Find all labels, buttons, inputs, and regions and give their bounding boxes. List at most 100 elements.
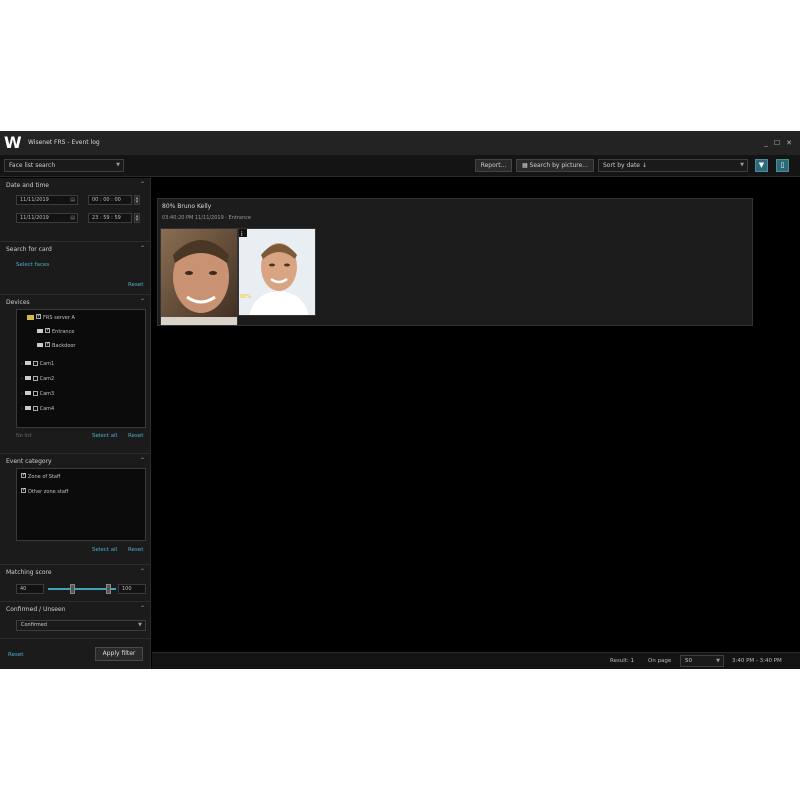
expand-icon[interactable]: › [21,391,23,397]
tree-item-cam2[interactable]: › Cam2 [21,375,54,383]
apply-filter-button[interactable]: Apply filter [95,647,143,661]
from-date-field[interactable]: 11/11/2019 ▤ [16,195,78,205]
checkbox[interactable] [45,342,50,347]
devices-title: Devices [6,299,30,306]
checkbox[interactable] [32,376,38,381]
date-time-title: Date and time [6,182,49,189]
chevron-down-icon: ▼ [116,162,120,168]
title-bar: W Wisenet FRS - Event log _ ☐ ✕ [0,131,800,155]
per-page-select[interactable]: 50 ▼ [680,655,724,667]
camera-icon [24,406,31,410]
image-icon: ▦ [521,162,530,169]
devices-reset-link[interactable]: Reset [128,433,143,439]
expand-icon[interactable]: › [21,361,23,367]
tree-item-backdoor[interactable]: Backdoor [37,342,76,350]
results-area: 80% Bruno Kelly 03:40:20 PM 11/11/2019 ·… [152,178,800,652]
collapse-icon[interactable]: ⌃ [140,181,145,188]
to-date-value: 11/11/2019 [20,215,49,221]
registered-face-image[interactable]: i [238,228,316,316]
checkbox[interactable] [32,406,38,411]
collapse-icon[interactable]: ⌃ [140,605,145,612]
app-logo: W [4,133,22,152]
checkbox[interactable] [32,391,38,396]
select-faces-link[interactable]: Select faces [16,262,49,268]
tree-item-label: Entrance [52,329,75,335]
confirmed-title: Confirmed / Unseen [6,606,66,613]
camera-icon [24,361,31,365]
search-by-picture-button[interactable]: ▦ Search by picture... [516,159,594,172]
minimize-icon[interactable]: _ [762,138,770,148]
tree-item-entrance[interactable]: Entrance [37,328,74,336]
event-card-meta: 03:40:20 PM 11/11/2019 · Entrance [162,215,251,221]
checkbox[interactable] [45,328,50,333]
camera-icon [24,376,31,380]
chevron-down-icon: ▼ [740,162,744,168]
to-time-stepper[interactable]: ▲ ▼ [134,213,140,223]
collapse-icon[interactable]: ⌃ [140,568,145,575]
confirmed-select[interactable]: Confirmed ▼ [16,620,146,631]
event-card[interactable]: 80% Bruno Kelly 03:40:20 PM 11/11/2019 ·… [157,198,753,326]
tree-item-cam1[interactable]: › Cam1 [21,360,54,368]
camera-icon [24,391,31,395]
tree-item-label: Cam3 [39,391,55,397]
panel-toggle-icon[interactable]: ▯ [776,159,789,172]
event-log-window: W Wisenet FRS - Event log _ ☐ ✕ Face lis… [0,131,800,669]
matching-score-title: Matching score [6,569,52,576]
category-item[interactable]: Other zone staff [21,488,68,496]
checkbox[interactable] [21,473,26,478]
tree-item-cam4[interactable]: › Cam4 [21,405,54,413]
calendar-icon[interactable]: ▤ [70,196,75,204]
checkbox[interactable] [36,314,41,319]
person-section: Search for card ⌃ Select faces Reset [0,241,151,294]
checkbox[interactable] [32,361,38,366]
category-item[interactable]: Zone of Staff [21,473,60,481]
category-label: Zone of Staff [28,474,61,480]
score-slider-min-handle[interactable] [70,584,75,594]
sort-value: Sort by date ↓ [603,162,647,169]
tree-item-frs-server[interactable]: FRS server A [27,314,75,322]
time-range: 3:40 PM - 3:40 PM [732,658,782,664]
search-mode-select[interactable]: Face list search ▼ [4,159,124,172]
maximize-icon[interactable]: ☐ [773,138,781,148]
expand-icon[interactable]: › [21,406,23,412]
sort-select[interactable]: Sort by date ↓ ▼ [598,159,748,172]
collapse-icon[interactable]: ⌃ [140,245,145,252]
to-time-field[interactable]: 23 : 59 : 59 [88,213,132,223]
device-tree: FRS server A Entrance Backdoor › Cam1 › … [16,309,146,428]
window-title: Wisenet FRS - Event log [28,139,100,146]
confirmed-section: Confirmed / Unseen ⌃ Confirmed ▼ [0,601,151,638]
score-min-field[interactable]: 40 [16,584,44,594]
event-category-list: Zone of Staff Other zone staff [16,468,146,541]
captured-face-image[interactable] [160,228,238,326]
expand-icon[interactable]: › [21,376,23,382]
tree-item-label: Cam4 [39,406,55,412]
close-icon[interactable]: ✕ [785,138,793,148]
tree-item-label: Backdoor [52,343,76,349]
category-select-all-link[interactable]: Select all [92,547,117,553]
status-bar: Result: 1 On page 50 ▼ 3:40 PM - 3:40 PM [152,652,800,669]
checkbox[interactable] [21,488,26,493]
collapse-icon[interactable]: ⌃ [140,298,145,305]
device-count: No list [16,433,32,439]
filter-icon[interactable]: ▼ [755,159,768,172]
person-reset-link[interactable]: Reset [128,282,143,288]
from-time-field[interactable]: 00 : 00 : 00 [88,195,132,205]
devices-select-all-link[interactable]: Select all [92,433,117,439]
camera-icon [37,329,43,333]
reset-all-link[interactable]: Reset [8,652,23,658]
date-time-section: Date and time ⌃ 11/11/2019 ▤ 00 : 00 : 00… [0,178,151,241]
to-time-value: 23 : 59 : 59 [92,215,121,221]
to-date-field[interactable]: 11/11/2019 ▤ [16,213,78,223]
search-by-picture-label: Search by picture... [529,162,589,169]
category-reset-link[interactable]: Reset [128,547,143,553]
tree-item-cam3[interactable]: › Cam3 [21,390,54,398]
matching-score-section: Matching score ⌃ 40 100 [0,564,151,601]
from-time-stepper[interactable]: ▲ ▼ [134,195,140,205]
score-slider-max-handle[interactable] [106,584,111,594]
report-button[interactable]: Report... [475,159,512,172]
calendar-icon[interactable]: ▤ [70,214,75,222]
person-title: Search for card [6,246,52,253]
camera-icon [37,343,43,347]
score-max-field[interactable]: 100 [118,584,146,594]
collapse-icon[interactable]: ⌃ [140,457,145,464]
